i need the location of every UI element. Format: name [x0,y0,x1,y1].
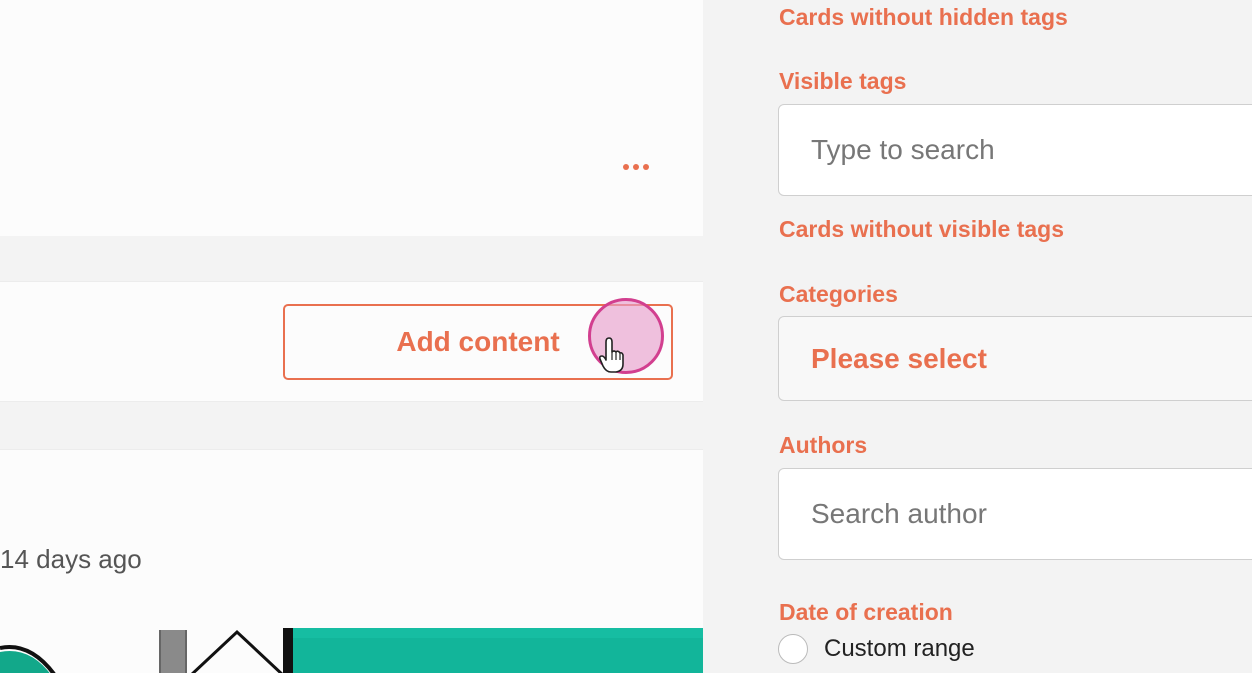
authors-label: Authors [779,432,868,458]
dot [643,164,649,170]
feed-card: 14 days ago [0,449,703,673]
more-options-button[interactable] [615,152,657,182]
filter-panel: Cards without hidden tags Visible tags T… [703,0,1252,673]
content-column: Add content 14 days ago [0,0,703,673]
custom-range-radio[interactable] [778,634,808,664]
post-timestamp: 14 days ago [0,544,142,574]
hand-pointer-icon [598,336,626,374]
custom-range-label: Custom range [824,635,975,662]
cards-without-hidden-tags-link[interactable]: Cards without hidden tags [779,4,1068,31]
visible-tags-label: Visible tags [779,68,907,94]
categories-select[interactable]: Please select [778,316,1252,401]
content-card [0,0,703,236]
categories-label: Categories [779,281,898,307]
dot [633,164,639,170]
post-image[interactable] [0,628,703,673]
date-of-creation-label: Date of creation [779,599,953,625]
custom-range-option[interactable]: Custom range [778,634,975,664]
cards-without-visible-tags-link[interactable]: Cards without visible tags [779,216,1064,243]
dot [623,164,629,170]
visible-tags-input[interactable]: Type to search [778,104,1252,196]
author-search-input[interactable]: Search author [778,468,1252,560]
